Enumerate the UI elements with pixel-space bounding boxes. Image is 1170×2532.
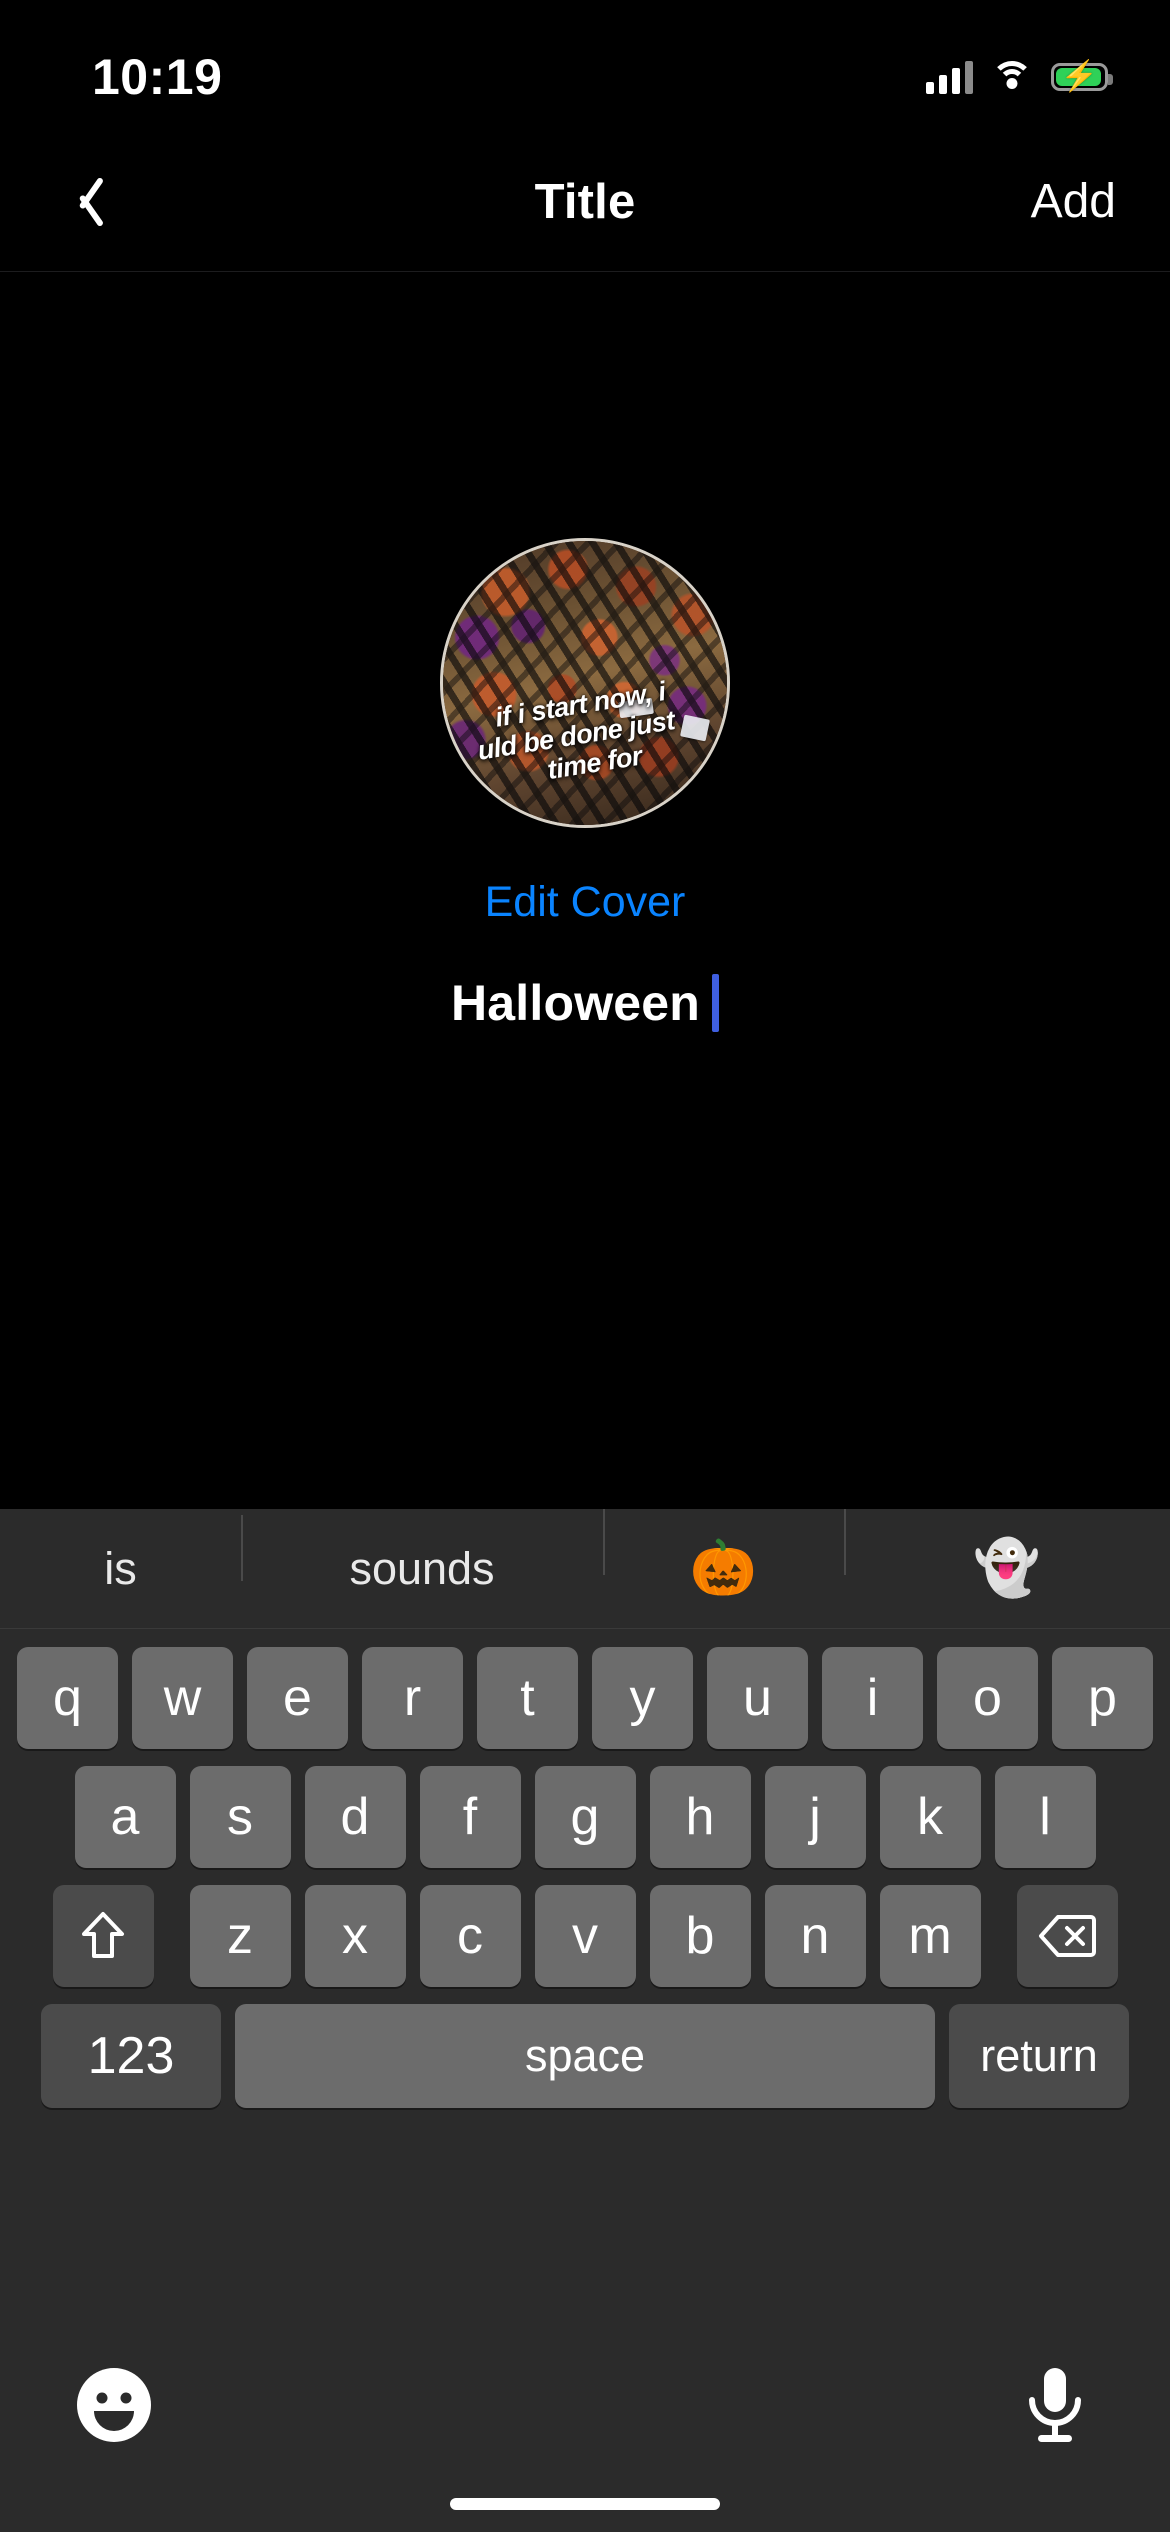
predictive-suggestion-pumpkin-emoji[interactable]: 🎃 bbox=[603, 1509, 844, 1600]
key-l[interactable]: l bbox=[994, 1766, 1096, 1868]
emoji-keyboard-button[interactable] bbox=[75, 2366, 153, 2444]
edit-cover-button[interactable]: Edit Cover bbox=[0, 878, 1170, 927]
predictive-suggestion-2[interactable]: sounds bbox=[241, 1514, 603, 1595]
battery-charging-icon: ⚡ bbox=[1051, 62, 1113, 92]
key-x[interactable]: x bbox=[304, 1885, 406, 1987]
key-j[interactable]: j bbox=[764, 1766, 866, 1868]
backspace-key[interactable] bbox=[1016, 1885, 1118, 1987]
microphone-icon bbox=[1029, 2368, 1081, 2442]
key-w[interactable]: w bbox=[132, 1647, 233, 1749]
return-key[interactable]: return bbox=[949, 2004, 1129, 2108]
status-time: 10:19 bbox=[92, 49, 223, 105]
add-button[interactable]: Add bbox=[1031, 174, 1116, 229]
keyboard-row-2: a s d f g h j k l bbox=[0, 1766, 1170, 1868]
key-u[interactable]: u bbox=[707, 1647, 808, 1749]
key-n[interactable]: n bbox=[764, 1885, 866, 1987]
key-h[interactable]: h bbox=[649, 1766, 751, 1868]
key-s[interactable]: s bbox=[189, 1766, 291, 1868]
status-bar: 10:19 ⚡ bbox=[0, 0, 1170, 132]
keyboard-row-3: z x c v b n m bbox=[0, 1885, 1170, 1987]
key-m[interactable]: m bbox=[879, 1885, 981, 1987]
chevron-left-icon bbox=[64, 171, 98, 233]
cover-image[interactable]: if i start now, i uld be done just time … bbox=[440, 538, 730, 828]
page-title: Title bbox=[534, 174, 636, 229]
home-indicator bbox=[450, 2498, 720, 2510]
key-y[interactable]: y bbox=[592, 1647, 693, 1749]
title-input-value: Halloween bbox=[450, 975, 701, 1031]
key-d[interactable]: d bbox=[304, 1766, 406, 1868]
keyboard-row-4: 123 space return bbox=[0, 2004, 1170, 2108]
predictive-suggestion-1[interactable]: is bbox=[0, 1543, 241, 1595]
key-f[interactable]: f bbox=[419, 1766, 521, 1868]
key-q[interactable]: q bbox=[17, 1647, 118, 1749]
numbers-key[interactable]: 123 bbox=[41, 2004, 221, 2108]
shift-arrow-icon bbox=[80, 1910, 126, 1962]
shift-key[interactable] bbox=[52, 1885, 154, 1987]
keyboard: is sounds 🎃 👻 q w e r t y u i o p a s d … bbox=[0, 1509, 1170, 2532]
content-area: if i start now, i uld be done just time … bbox=[0, 273, 1170, 1509]
navigation-bar: Title Add bbox=[0, 132, 1170, 272]
predictive-suggestion-ghost-emoji[interactable]: 👻 bbox=[844, 1509, 1170, 1600]
key-t[interactable]: t bbox=[477, 1647, 578, 1749]
key-v[interactable]: v bbox=[534, 1885, 636, 1987]
back-button[interactable] bbox=[26, 147, 136, 257]
dictation-button[interactable] bbox=[1018, 2364, 1092, 2446]
key-z[interactable]: z bbox=[189, 1885, 291, 1987]
keyboard-bottom-bar bbox=[0, 2344, 1170, 2532]
backspace-icon bbox=[1038, 1914, 1096, 1958]
key-p[interactable]: p bbox=[1052, 1647, 1153, 1749]
key-o[interactable]: o bbox=[937, 1647, 1038, 1749]
title-input[interactable]: Halloween bbox=[0, 963, 1170, 1043]
cellular-signal-icon bbox=[926, 60, 973, 94]
cover-image-button[interactable]: if i start now, i uld be done just time … bbox=[440, 538, 730, 828]
key-i[interactable]: i bbox=[822, 1647, 923, 1749]
key-r[interactable]: r bbox=[362, 1647, 463, 1749]
status-indicators: ⚡ bbox=[926, 38, 1113, 94]
phone-screen: 10:19 ⚡ Title Add if i start now, i uld … bbox=[0, 0, 1170, 2532]
key-g[interactable]: g bbox=[534, 1766, 636, 1868]
key-c[interactable]: c bbox=[419, 1885, 521, 1987]
space-key[interactable]: space bbox=[235, 2004, 935, 2108]
smiley-face-icon bbox=[77, 2368, 151, 2442]
key-k[interactable]: k bbox=[879, 1766, 981, 1868]
text-cursor bbox=[712, 974, 720, 1032]
predictive-text-bar: is sounds 🎃 👻 bbox=[0, 1509, 1170, 1629]
key-e[interactable]: e bbox=[247, 1647, 348, 1749]
key-b[interactable]: b bbox=[649, 1885, 751, 1987]
key-a[interactable]: a bbox=[74, 1766, 176, 1868]
wifi-icon bbox=[991, 61, 1033, 93]
keyboard-row-1: q w e r t y u i o p bbox=[0, 1647, 1170, 1749]
